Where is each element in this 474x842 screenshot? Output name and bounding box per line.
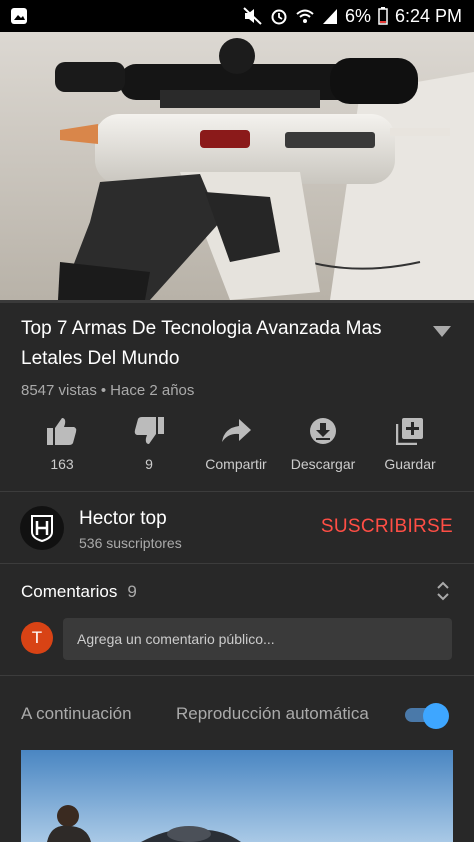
comments-section[interactable]: Comentarios 9 T: [0, 572, 474, 672]
up-next-row: A continuación Reproducción automática: [0, 690, 474, 740]
dislike-count: 9: [145, 456, 153, 472]
video-meta: 8547 vistas • Hace 2 años: [21, 382, 194, 399]
video-title: Top 7 Armas De Tecnologia Avanzada Mas L…: [21, 318, 382, 369]
upload-age: Hace 2 años: [110, 382, 195, 399]
download-icon: [310, 418, 336, 444]
gallery-icon: [11, 8, 27, 24]
comment-input[interactable]: [63, 618, 452, 660]
view-count: 8547 vistas: [21, 382, 97, 399]
download-label: Descargar: [290, 456, 356, 472]
like-button[interactable]: 163: [18, 412, 106, 482]
thumbs-down-icon: [134, 417, 164, 444]
divider: [0, 675, 474, 676]
toggle-knob: [423, 703, 449, 729]
video-progress-bar[interactable]: [0, 300, 474, 303]
comments-count: 9: [127, 582, 137, 601]
share-icon: [222, 419, 251, 442]
share-button[interactable]: Compartir: [192, 412, 280, 482]
download-button[interactable]: Descargar: [279, 412, 367, 482]
alarm-icon: [271, 9, 287, 25]
mute-icon: [243, 7, 262, 25]
video-player[interactable]: [0, 32, 474, 300]
subscriber-count: 536 suscriptores: [79, 535, 182, 551]
video-frame-image: [0, 32, 474, 300]
channel-row: Hector top 536 suscriptores SUSCRIBIRSE: [0, 492, 474, 562]
next-video-image: [21, 750, 453, 842]
autoplay-toggle[interactable]: [403, 702, 449, 729]
action-bar: 163 9 Compartir Descargar Guardar: [0, 412, 474, 482]
channel-avatar[interactable]: [20, 506, 64, 550]
clock: 6:24 PM: [394, 5, 462, 26]
battery-percent: 6%: [344, 5, 371, 26]
save-button[interactable]: Guardar: [366, 412, 454, 482]
autoplay-label: Reproducción automática: [176, 704, 369, 723]
divider: [0, 563, 474, 564]
comments-header: Comentarios 9: [21, 582, 137, 602]
user-avatar: T: [21, 622, 53, 654]
share-label: Compartir: [205, 456, 267, 472]
battery-icon: [378, 7, 388, 25]
channel-logo-icon: [31, 515, 53, 542]
expand-collapse-icon[interactable]: [436, 580, 450, 602]
like-count: 163: [50, 456, 74, 472]
status-icons: 6% 6:24 PM: [243, 0, 462, 32]
next-video-thumbnail[interactable]: [21, 750, 453, 842]
comments-heading: Comentarios: [21, 582, 118, 601]
dislike-button[interactable]: 9: [105, 412, 193, 482]
meta-separator: •: [100, 382, 107, 399]
channel-name[interactable]: Hector top: [79, 508, 167, 530]
wifi-icon: [296, 9, 314, 23]
signal-icon: [322, 9, 337, 24]
add-to-playlist-icon: [396, 418, 423, 445]
save-label: Guardar: [384, 456, 436, 472]
expand-description-icon[interactable]: [432, 324, 452, 338]
subscribe-button[interactable]: SUSCRIBIRSE: [321, 516, 453, 538]
status-bar: 6% 6:24 PM: [0, 0, 474, 32]
up-next-label: A continuación: [21, 704, 132, 723]
thumbs-up-icon: [47, 418, 77, 445]
